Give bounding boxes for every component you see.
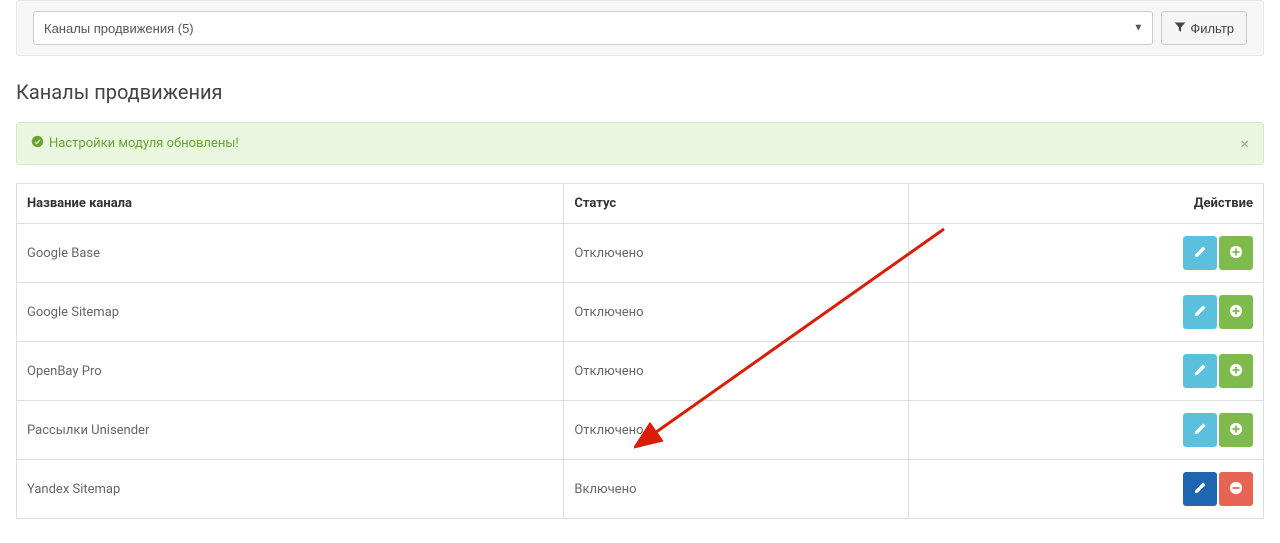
pencil-icon [1193, 422, 1207, 439]
edit-button[interactable] [1183, 354, 1217, 388]
col-header-status: Статус [564, 184, 909, 224]
pencil-icon [1193, 245, 1207, 262]
table-row: Yandex SitemapВключено [17, 460, 1264, 519]
cell-name: OpenBay Pro [17, 342, 564, 401]
add-button[interactable] [1219, 236, 1253, 270]
add-button[interactable] [1219, 354, 1253, 388]
channels-table: Название канала Статус Действие Google B… [16, 183, 1264, 519]
alert-close-button[interactable]: × [1240, 136, 1249, 152]
add-button[interactable] [1219, 295, 1253, 329]
pencil-icon [1193, 304, 1207, 321]
edit-button[interactable] [1183, 413, 1217, 447]
cell-status: Отключено [564, 224, 909, 283]
table-row: Google SitemapОтключено [17, 283, 1264, 342]
plus-circle-icon [1229, 245, 1243, 262]
edit-button[interactable] [1183, 236, 1217, 270]
remove-button[interactable] [1219, 472, 1253, 506]
pencil-icon [1193, 363, 1207, 380]
cell-name: Yandex Sitemap [17, 460, 564, 519]
alert-success: Настройки модуля обновлены! × [16, 122, 1264, 165]
cell-status: Отключено [564, 283, 909, 342]
cell-status: Отключено [564, 342, 909, 401]
check-circle-icon [31, 135, 44, 152]
table-row: OpenBay ProОтключено [17, 342, 1264, 401]
channel-select[interactable]: Каналы продвижения (5) [33, 11, 1153, 45]
pencil-icon [1193, 481, 1207, 498]
cell-action [908, 460, 1263, 519]
cell-name: Google Base [17, 224, 564, 283]
col-header-action: Действие [908, 184, 1263, 224]
channel-select-wrap: Каналы продвижения (5) ▼ [33, 11, 1153, 45]
plus-circle-icon [1229, 363, 1243, 380]
cell-status: Включено [564, 460, 909, 519]
cell-action [908, 283, 1263, 342]
filter-button-label: Фильтр [1190, 21, 1234, 36]
table-row: Рассылки UnisenderОтключено [17, 401, 1264, 460]
page-title: Каналы продвижения [16, 80, 1264, 104]
cell-name: Google Sitemap [17, 283, 564, 342]
plus-circle-icon [1229, 304, 1243, 321]
table-row: Google BaseОтключено [17, 224, 1264, 283]
edit-button[interactable] [1183, 295, 1217, 329]
col-header-name: Название канала [17, 184, 564, 224]
cell-name: Рассылки Unisender [17, 401, 564, 460]
minus-circle-icon [1229, 481, 1243, 498]
cell-action [908, 342, 1263, 401]
cell-status: Отключено [564, 401, 909, 460]
filter-button[interactable]: Фильтр [1161, 11, 1247, 45]
cell-action [908, 401, 1263, 460]
cell-action [908, 224, 1263, 283]
filter-panel: Каналы продвижения (5) ▼ Фильтр [16, 0, 1264, 56]
plus-circle-icon [1229, 422, 1243, 439]
add-button[interactable] [1219, 413, 1253, 447]
alert-message: Настройки модуля обновлены! [49, 136, 239, 151]
funnel-icon [1174, 21, 1186, 36]
edit-button[interactable] [1183, 472, 1217, 506]
